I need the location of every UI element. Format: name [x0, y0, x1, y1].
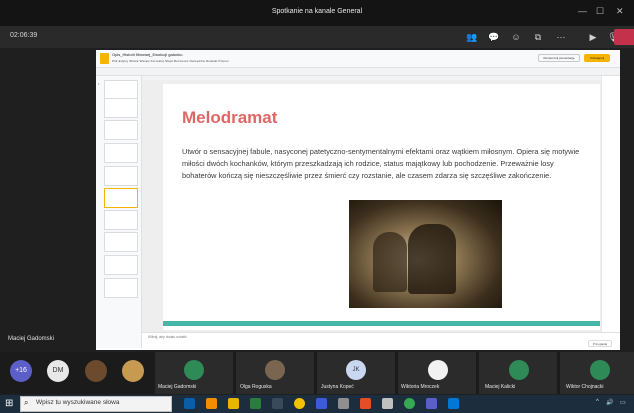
slide-thumbnail[interactable] [104, 80, 138, 100]
minimize-icon[interactable]: — [578, 6, 587, 16]
slide-number: 1 [98, 82, 100, 86]
meeting-timer: 02:06:39 [10, 32, 38, 39]
explore-button[interactable]: Przeglądaj [588, 340, 612, 347]
slide-title[interactable]: Melodramat [182, 108, 277, 128]
share-button[interactable]: Udostępnij [584, 54, 610, 62]
avatar[interactable]: DM [47, 360, 69, 382]
avatar: JK [346, 360, 366, 380]
search-icon: ⌕ [24, 398, 29, 407]
slide-thumbnail[interactable] [104, 278, 138, 298]
avatar [509, 360, 529, 380]
speaker-notes[interactable] [142, 332, 620, 348]
file-explorer-icon[interactable] [228, 398, 239, 409]
slide-accent-bar [163, 321, 600, 326]
side-panel [601, 76, 620, 332]
speaker-icon[interactable]: 🔊 [606, 399, 613, 406]
slide-thumbnail[interactable] [104, 210, 138, 230]
edge-icon[interactable] [184, 398, 195, 409]
maximize-icon[interactable]: ☐ [596, 6, 604, 17]
overflow-count[interactable]: +16 [10, 360, 32, 382]
reactions-icon[interactable]: ☺ [509, 30, 523, 44]
menu-bar[interactable]: Plik Edytuj Widok Wstaw Formatuj Slajd R… [112, 59, 229, 63]
tray-chevron-icon[interactable]: ^ [596, 399, 599, 405]
app-icon[interactable] [294, 398, 305, 409]
leave-button[interactable] [614, 29, 634, 45]
chat-icon[interactable]: 💬 [487, 30, 501, 44]
avatar [184, 360, 204, 380]
participant-name: Justyna Kopeć [321, 384, 354, 390]
share-tray-icon[interactable]: ⧉ [531, 30, 545, 44]
avatar[interactable] [122, 360, 144, 382]
app-icon[interactable] [272, 398, 283, 409]
avatar[interactable] [85, 360, 107, 382]
slide-thumbnail[interactable] [104, 166, 138, 186]
firefox-icon[interactable] [360, 398, 371, 409]
search-placeholder: Wpisz tu wyszukiwane słowa [36, 399, 120, 406]
app-icon[interactable] [448, 398, 459, 409]
participant-name: Olga Roguska [240, 384, 272, 390]
close-icon[interactable]: ✕ [616, 6, 624, 17]
avatar [428, 360, 448, 380]
slide-thumbnail[interactable] [104, 120, 138, 140]
avatar [265, 360, 285, 380]
film-still-figure [373, 232, 407, 292]
app-icon[interactable] [338, 398, 349, 409]
participant-name: Wiktoria Mroczek [401, 384, 440, 390]
editor-toolbar [96, 68, 620, 76]
app-icon[interactable] [382, 398, 393, 409]
slide-thumbnail[interactable] [104, 232, 138, 252]
speaker-notes-placeholder: Kliknij, aby dodać notatki [148, 335, 187, 339]
teams-icon[interactable] [426, 398, 437, 409]
word-icon[interactable] [316, 398, 327, 409]
app-icon[interactable] [250, 398, 261, 409]
slide-body-text[interactable]: Utwór o sensacyjnej fabule, nasyconej pa… [182, 146, 587, 182]
slide-thumbnail[interactable] [104, 143, 138, 163]
slide-thumbnail[interactable] [104, 255, 138, 275]
more-icon[interactable]: ⋯ [554, 30, 568, 44]
window-title: Spotkanie na kanale General [271, 8, 363, 15]
slide-thumbnail[interactable] [104, 98, 138, 118]
present-button[interactable]: Rozpocznij prezentację [538, 54, 580, 62]
notification-icon[interactable]: ▭ [620, 399, 626, 406]
participant-name: Maciej Kalicki [485, 384, 516, 390]
document-title[interactable]: Opis_Historii filmowej_Ewolucji gatunku [112, 52, 182, 57]
slide-thumbnail-selected[interactable] [104, 188, 138, 208]
film-still-figure [408, 224, 456, 294]
slides-logo-icon [100, 53, 109, 64]
presenter-name: Maciej Gadomski [8, 336, 55, 342]
avatar [590, 360, 610, 380]
chrome-icon[interactable] [404, 398, 415, 409]
people-icon[interactable]: 👥 [465, 30, 479, 44]
participant-name: Wiktor Chojnacki [566, 384, 604, 390]
camera-icon[interactable]: ▶ [586, 30, 600, 44]
windows-start-icon[interactable]: ⊞ [5, 398, 13, 409]
participant-name: Maciej Gadomski [158, 384, 197, 390]
vlc-icon[interactable] [206, 398, 217, 409]
